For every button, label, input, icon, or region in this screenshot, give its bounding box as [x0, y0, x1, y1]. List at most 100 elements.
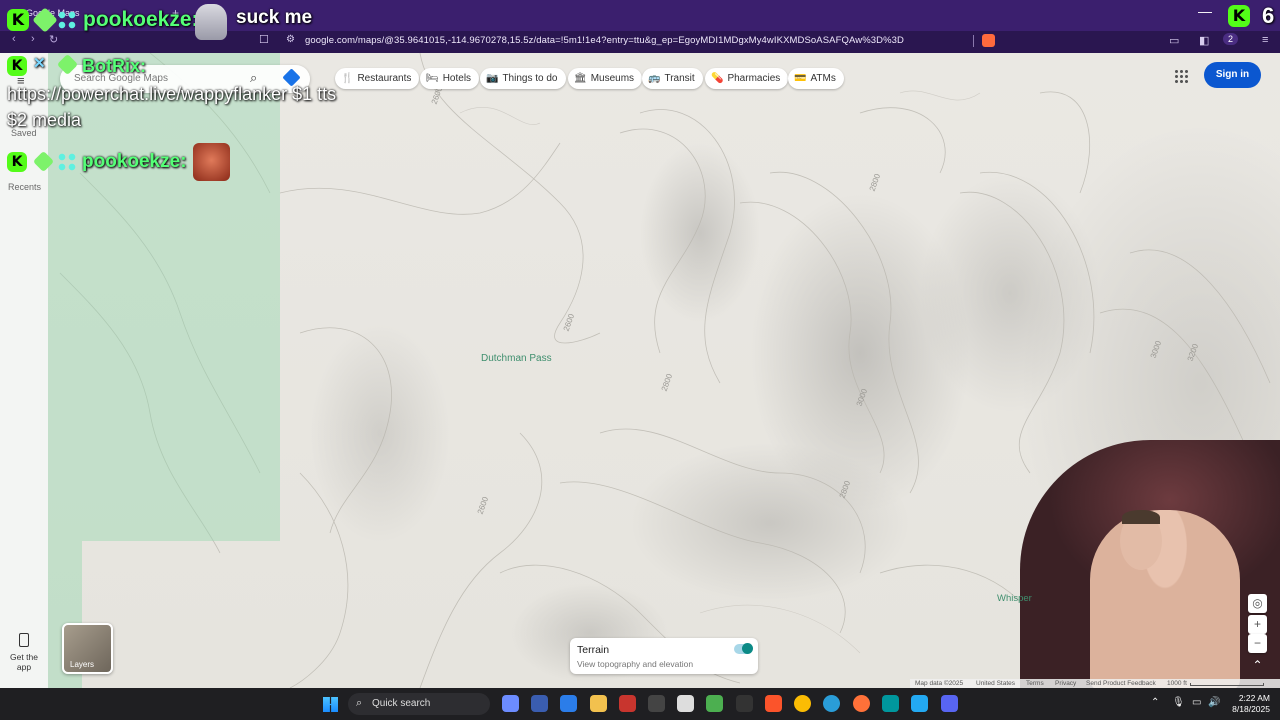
transit-icon: 🚌 [648, 73, 661, 84]
chip-pharmacies[interactable]: 💊 Pharmacies [705, 68, 789, 89]
terms-link[interactable]: Terms [1026, 680, 1044, 687]
scale-label[interactable]: 1000 ft [1167, 680, 1187, 687]
place-label-whisper[interactable]: Whisper [997, 593, 1032, 604]
volume-icon[interactable]: 🔊 [1208, 697, 1220, 708]
terrain-card[interactable]: Terrain View topography and elevation [570, 638, 758, 674]
layers-button[interactable]: Layers [62, 623, 113, 674]
clock-time: 2:22 AM [1238, 693, 1270, 703]
webcam-hair [1122, 510, 1160, 524]
clock-date: 8/18/2025 [1232, 704, 1270, 714]
privacy-link[interactable]: Privacy [1055, 680, 1076, 687]
get-app-link[interactable]: Get the app [6, 652, 42, 672]
place-label-dutchman-pass[interactable]: Dutchman Pass [481, 353, 552, 364]
wallet-badge[interactable]: 2 [1223, 33, 1239, 45]
zoom-in-button[interactable]: + [1248, 615, 1267, 634]
feedback-link[interactable]: Send Product Feedback [1086, 680, 1156, 687]
wolf-emote-icon [195, 4, 227, 40]
apps-grid-icon[interactable] [1174, 69, 1188, 83]
chat-message: https://powerchat.live/wappyflanker $1 t… [7, 84, 337, 104]
menu-icon[interactable]: ≡ [1262, 34, 1268, 46]
grid-badge-icon [57, 152, 77, 172]
kick-logo-icon: K [1228, 5, 1250, 27]
toolbar-separator [973, 35, 974, 47]
map-data-label: Map data ©2025 [915, 680, 964, 687]
chip-transit[interactable]: 🚌 Transit [642, 68, 703, 89]
viewer-count: 6 [1262, 3, 1275, 28]
phone-icon[interactable] [19, 633, 29, 647]
arduino-icon[interactable] [882, 695, 899, 712]
app-icon[interactable] [560, 695, 577, 712]
grid-badge-icon [57, 10, 77, 30]
chip-things-to-do[interactable]: 📷 Things to do [480, 68, 566, 89]
kick-badge-icon: K [7, 152, 27, 172]
edge-icon[interactable] [823, 695, 840, 712]
back-button[interactable]: ‹ [12, 33, 16, 45]
chip-label: Things to do [502, 73, 558, 84]
bookmark-icon[interactable]: ☐ [259, 33, 269, 46]
sign-in-button[interactable]: Sign in [1204, 62, 1261, 88]
obs-icon[interactable] [736, 695, 753, 712]
app-icon[interactable] [531, 695, 548, 712]
firefox-icon[interactable] [853, 695, 870, 712]
chat-message: $2 media [7, 110, 82, 130]
chat-message: suck me [236, 7, 313, 28]
chip-label: ATMs [810, 73, 836, 84]
face-emote-icon [193, 143, 230, 181]
my-location-icon[interactable]: ◎ [1248, 594, 1267, 613]
taskbar [0, 688, 1280, 720]
hotel-icon: 🛏 [426, 73, 439, 84]
tray-clock[interactable]: 2:22 AM 8/18/2025 [1226, 693, 1270, 715]
kick-badge-icon: K [7, 9, 29, 31]
country-label[interactable]: United States [976, 680, 1015, 687]
taskbar-search-label: Quick search [372, 698, 431, 709]
widgets-icon[interactable] [502, 695, 519, 712]
terrain-subtitle: View topography and elevation [577, 659, 694, 669]
site-info-icon[interactable]: ⚙ [286, 34, 295, 45]
chrome-icon[interactable] [794, 695, 811, 712]
app-icon[interactable] [619, 695, 636, 712]
green-overlay [48, 53, 280, 541]
display-icon[interactable]: ▭ [1192, 697, 1201, 708]
discord-icon[interactable] [941, 695, 958, 712]
rail-recents[interactable]: Recents [8, 182, 41, 192]
expand-icon[interactable]: ⌃ [1248, 656, 1267, 675]
microphone-icon[interactable]: 🎙 [1172, 697, 1185, 708]
search-icon: ⌕ [356, 697, 363, 709]
webcam-overlay [1020, 440, 1280, 688]
app-icon[interactable] [648, 695, 665, 712]
zoom-out-button[interactable]: − [1248, 634, 1267, 653]
reload-button[interactable]: ↻ [49, 33, 58, 46]
taskbar-search[interactable]: ⌕ Quick search [348, 693, 490, 715]
chat-username: BotRix: [82, 56, 146, 76]
restaurant-icon: 🍴 [341, 73, 354, 84]
scale-bar [1190, 683, 1264, 686]
app-icon[interactable] [677, 695, 694, 712]
url-field[interactable]: google.com/maps/@35.9641015,-114.9670278… [305, 35, 904, 46]
webcam-person [1090, 510, 1240, 688]
screen: Google Maps + — ‹ › ↻ ☐ ⚙ google.com/map… [0, 0, 1280, 720]
chip-hotels[interactable]: 🛏 Hotels [420, 68, 480, 89]
minimize-button[interactable]: — [1198, 3, 1212, 19]
chat-username: pookoekze: [83, 8, 199, 31]
file-explorer-icon[interactable] [590, 695, 607, 712]
wrench-badge-icon: ✕ [33, 55, 46, 72]
chip-label: Museums [590, 73, 635, 84]
chip-atms[interactable]: 💳 ATMs [788, 68, 844, 89]
terrain-toggle-knob[interactable] [742, 643, 753, 654]
chat-username: pookoekze: [82, 151, 187, 172]
reader-icon[interactable]: ◧ [1199, 34, 1209, 47]
camera-icon: 📷 [486, 73, 499, 84]
pharmacy-icon: 💊 [711, 73, 724, 84]
chip-label: Transit [664, 73, 695, 84]
brave-icon[interactable] [765, 695, 782, 712]
brave-shields-icon[interactable] [982, 34, 995, 47]
forward-button[interactable]: › [31, 33, 35, 45]
sidebar-icon[interactable]: ▭ [1169, 34, 1179, 47]
vscode-icon[interactable] [911, 695, 928, 712]
chip-label: Hotels [442, 73, 472, 84]
chip-museums[interactable]: 🏛 Museums [568, 68, 643, 89]
app-icon[interactable] [706, 695, 723, 712]
tray-chevron-icon[interactable]: ⌃ [1151, 697, 1159, 708]
chip-restaurants[interactable]: 🍴 Restaurants [335, 68, 420, 89]
museum-icon: 🏛 [574, 73, 587, 84]
